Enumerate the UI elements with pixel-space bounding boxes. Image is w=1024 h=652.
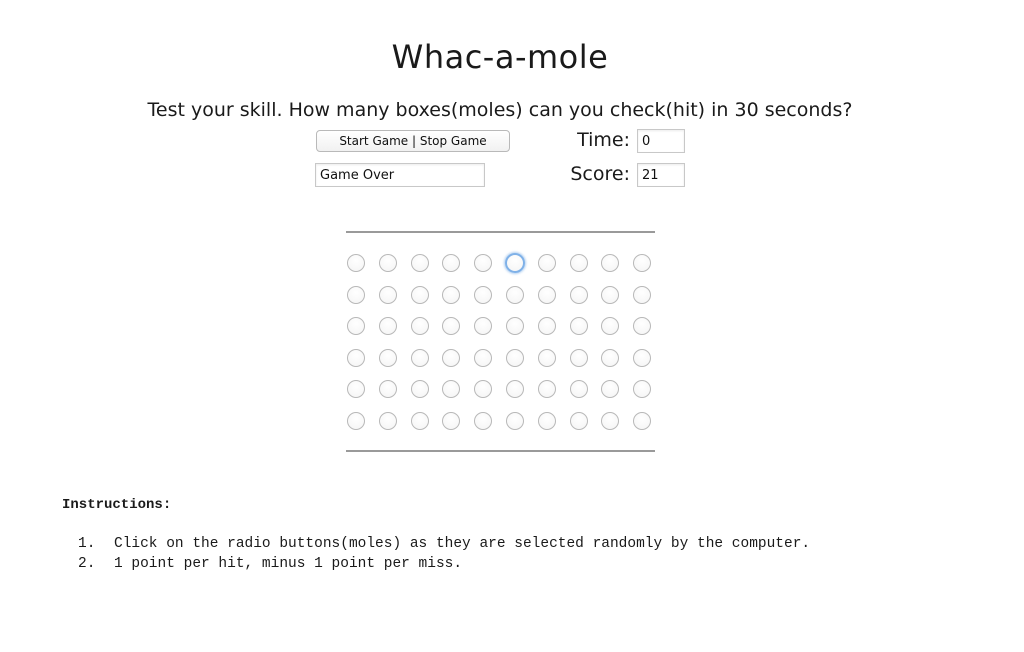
mole-row <box>347 412 657 432</box>
status-field[interactable] <box>315 163 485 187</box>
mole-radio[interactable] <box>633 285 652 304</box>
instructions-list: 1. Click on the radio buttons(moles) as t… <box>78 534 810 574</box>
mole-radio[interactable] <box>569 317 588 336</box>
board-bottom-rule <box>346 450 655 452</box>
mole-radio[interactable] <box>378 348 397 367</box>
mole-radio[interactable] <box>442 380 461 399</box>
mole-radio[interactable] <box>347 285 365 304</box>
instruction-text: 1 point per hit, minus 1 point per miss. <box>114 556 463 572</box>
mole-radio[interactable] <box>474 285 493 304</box>
page-title: Whac-a-mole <box>391 38 609 76</box>
mole-radio[interactable] <box>474 412 493 430</box>
mole-radio[interactable] <box>633 412 652 430</box>
mole-radio[interactable] <box>442 317 461 336</box>
instruction-number: 1. <box>78 536 96 552</box>
mole-radio[interactable] <box>410 285 429 304</box>
mole-radio[interactable] <box>347 412 365 430</box>
mole-radio[interactable] <box>537 254 556 272</box>
mole-row <box>347 317 657 337</box>
mole-radio[interactable] <box>410 412 429 430</box>
mole-radio[interactable] <box>347 380 365 399</box>
mole-radio[interactable] <box>506 348 524 367</box>
page-subtitle: Test your skill. How many boxes(moles) c… <box>147 99 853 121</box>
mole-radio[interactable] <box>633 348 652 367</box>
mole-radio[interactable] <box>410 254 429 272</box>
mole-radio[interactable] <box>347 317 365 336</box>
mole-row <box>347 348 657 369</box>
mole-radio[interactable] <box>537 285 556 304</box>
mole-radio[interactable] <box>378 317 397 336</box>
mole-grid <box>347 253 657 434</box>
mole-radio[interactable] <box>601 380 620 399</box>
mole-radio[interactable] <box>506 412 524 430</box>
mole-radio[interactable] <box>569 412 588 430</box>
mole-radio[interactable] <box>410 317 429 336</box>
mole-radio[interactable] <box>378 412 397 430</box>
score-label: Score: <box>570 163 630 185</box>
mole-radio[interactable] <box>569 254 588 272</box>
mole-radio[interactable] <box>442 285 461 304</box>
mole-radio[interactable] <box>347 348 365 367</box>
mole-radio[interactable] <box>633 380 652 399</box>
mole-radio[interactable] <box>569 285 588 304</box>
mole-radio[interactable] <box>506 285 524 304</box>
mole-radio[interactable] <box>474 380 493 399</box>
mole-radio[interactable] <box>474 254 493 272</box>
mole-row <box>347 285 657 306</box>
mole-radio[interactable] <box>410 380 429 399</box>
mole-radio[interactable] <box>537 348 556 367</box>
score-field[interactable] <box>637 163 685 187</box>
mole-radio[interactable] <box>601 285 620 304</box>
mole-radio[interactable] <box>601 412 620 430</box>
mole-radio[interactable] <box>537 317 556 336</box>
mole-radio[interactable] <box>442 412 461 430</box>
time-field[interactable] <box>637 129 685 153</box>
mole-radio[interactable] <box>506 380 524 399</box>
mole-radio[interactable] <box>347 254 365 272</box>
mole-radio[interactable] <box>633 317 652 336</box>
mole-radio[interactable] <box>601 254 620 272</box>
mole-radio[interactable] <box>537 412 556 430</box>
mole-radio[interactable] <box>442 254 461 272</box>
mole-radio[interactable] <box>506 317 524 336</box>
instruction-text: Click on the radio buttons(moles) as the… <box>114 536 811 552</box>
mole-radio[interactable] <box>505 253 525 273</box>
board-top-rule <box>346 231 655 233</box>
mole-radio[interactable] <box>569 380 588 399</box>
mole-radio[interactable] <box>474 348 493 367</box>
mole-radio[interactable] <box>601 317 620 336</box>
instruction-item: 1. Click on the radio buttons(moles) as t… <box>78 534 810 554</box>
mole-radio[interactable] <box>569 348 588 367</box>
instruction-number: 2. <box>78 556 96 572</box>
mole-radio[interactable] <box>378 254 397 272</box>
mole-radio[interactable] <box>378 285 397 304</box>
instruction-item: 2. 1 point per hit, minus 1 point per mis… <box>78 554 810 574</box>
start-stop-button[interactable]: Start Game | Stop Game <box>316 130 510 152</box>
mole-radio[interactable] <box>537 380 556 399</box>
mole-radio[interactable] <box>474 317 493 336</box>
mole-radio[interactable] <box>601 348 620 367</box>
mole-radio[interactable] <box>442 348 461 367</box>
mole-radio[interactable] <box>378 380 397 399</box>
mole-row <box>347 253 657 274</box>
mole-row <box>347 380 657 400</box>
instructions-heading: Instructions: <box>62 497 172 513</box>
mole-radio[interactable] <box>410 348 429 367</box>
mole-radio[interactable] <box>633 254 652 272</box>
time-label: Time: <box>577 129 630 151</box>
